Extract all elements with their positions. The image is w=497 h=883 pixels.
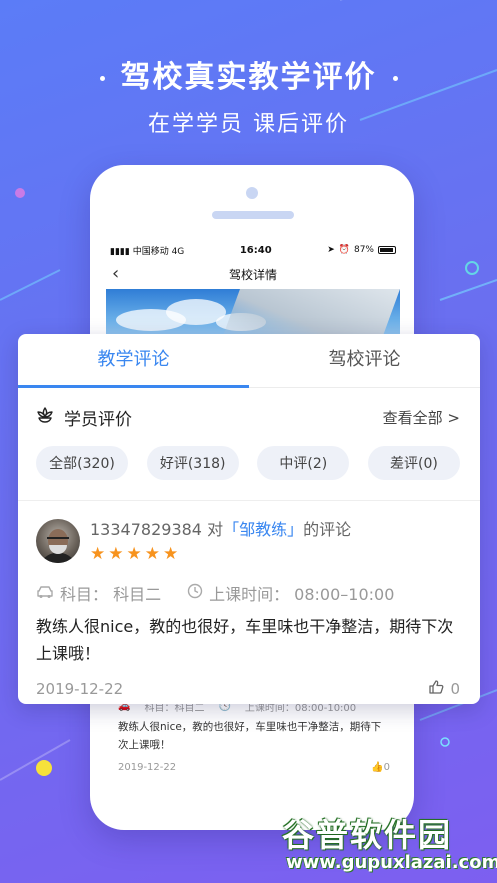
signal-icon: ▮▮▮▮	[110, 246, 130, 257]
chevron-left-icon[interactable]: ‹	[112, 263, 119, 284]
review-to: 对	[207, 520, 224, 539]
like-count: 0	[450, 680, 460, 698]
nav-bar: ‹ 驾校详情	[106, 259, 400, 289]
headline-text: 驾校真实教学评价	[120, 60, 377, 95]
active-tab-indicator	[18, 385, 249, 388]
coach-name-link[interactable]: 「邹教练」	[223, 520, 303, 539]
filter-negative-chip[interactable]: 差评(0)	[367, 446, 460, 480]
review-date: 2019-12-22	[36, 680, 124, 698]
review-tabs: 教学评论 驾校评论	[18, 334, 480, 388]
section-header: 学员评价 查看全部 >	[18, 388, 480, 446]
carrier-label: 中国移动	[132, 246, 169, 257]
review-text: 教练人很nice，教的也很好，车里味也干净整洁，期待下次上课哦！	[36, 617, 454, 663]
clock-icon	[187, 583, 203, 603]
watermark-cn: 谷普软件园	[282, 816, 453, 854]
star-icon: ★	[126, 544, 142, 564]
promo-subline: 在学学员 课后评价	[148, 112, 349, 137]
car-icon	[36, 584, 54, 603]
review-subject: 科目： 科目二	[60, 585, 162, 604]
camera-icon	[246, 187, 258, 199]
rating-stars: ★ ★ ★ ★ ★	[90, 545, 351, 563]
filter-neutral-chip[interactable]: 中评(2)	[257, 446, 350, 480]
star-icon: ★	[90, 544, 106, 564]
status-right: ➤ ⏰ 87%	[327, 245, 396, 255]
star-icon: ★	[144, 544, 160, 564]
filter-chips: 全部(320) 好评(318) 中评(2) 差评(0)	[18, 446, 480, 480]
thumbs-up-icon	[428, 679, 444, 699]
status-bar: ▮▮▮▮ 中国移动 4G 16:40 ➤ ⏰ 87%	[106, 241, 400, 259]
review-footer: 2019-12-22 0	[36, 679, 460, 699]
review-author-line: 13347829384 对「邹教练」的评论	[90, 519, 351, 541]
see-all-link[interactable]: 查看全部 >	[383, 407, 460, 428]
thumbs-up-icon[interactable]: 👍	[371, 762, 383, 773]
review-meta: 科目： 科目二 上课时间： 08:00–10:00	[36, 581, 460, 605]
review-class-time: 上课时间： 08:00–10:00	[209, 585, 395, 604]
like-button[interactable]: 0	[428, 679, 460, 699]
dot-icon	[99, 76, 105, 81]
location-icon: ➤	[327, 245, 335, 255]
tab-school-reviews[interactable]: 驾校评论	[249, 334, 480, 387]
review-item: 13347829384 对「邹教练」的评论 ★ ★ ★ ★ ★ 科目： 科目二	[18, 501, 480, 699]
filter-positive-chip[interactable]: 好评(318)	[146, 446, 239, 480]
review-suffix: 的评论	[303, 520, 352, 539]
speaker-grille	[212, 211, 294, 219]
review-card: 教学评论 驾校评论 学员评价 查看全部 > 全部(320) 好评(318) 中评…	[18, 334, 480, 704]
dot-icon	[392, 76, 398, 81]
site-watermark: 谷普软件园 www.gupuxlazai.com	[272, 806, 497, 883]
nav-title: 驾校详情	[228, 267, 277, 282]
mini-likes: 0	[383, 762, 390, 773]
mini-date: 2019-12-22	[118, 762, 177, 773]
alarm-icon: ⏰	[338, 245, 350, 255]
section-title-text: 学员评价	[64, 409, 132, 430]
mini-review: 🚗 科目：科目二 🕓 上课时间：08:00-10:00 教练人很nice，教的也…	[118, 699, 390, 773]
network-label: 4G	[171, 246, 185, 257]
battery-icon	[378, 246, 396, 254]
watermark-url: www.gupuxlazai.com	[286, 852, 497, 873]
filter-all-chip[interactable]: 全部(320)	[36, 446, 128, 480]
battery-percent: 87%	[353, 245, 374, 255]
school-banner-image	[106, 289, 400, 339]
promo-headline: 驾校真实教学评价	[0, 52, 497, 96]
reviewer-phone: 13347829384	[90, 520, 202, 539]
status-time: 16:40	[239, 244, 272, 256]
star-icon: ★	[108, 544, 124, 564]
star-icon: ★	[163, 544, 179, 564]
flower-icon	[36, 406, 54, 429]
tab-teaching-reviews[interactable]: 教学评论	[18, 334, 249, 387]
carrier-info: ▮▮▮▮ 中国移动 4G	[110, 244, 184, 257]
mini-text: 教练人很nice，教的也很好，车里味也干净整洁，期待下次上课哦！	[118, 721, 382, 751]
section-title: 学员评价	[36, 405, 132, 430]
avatar	[36, 519, 80, 563]
